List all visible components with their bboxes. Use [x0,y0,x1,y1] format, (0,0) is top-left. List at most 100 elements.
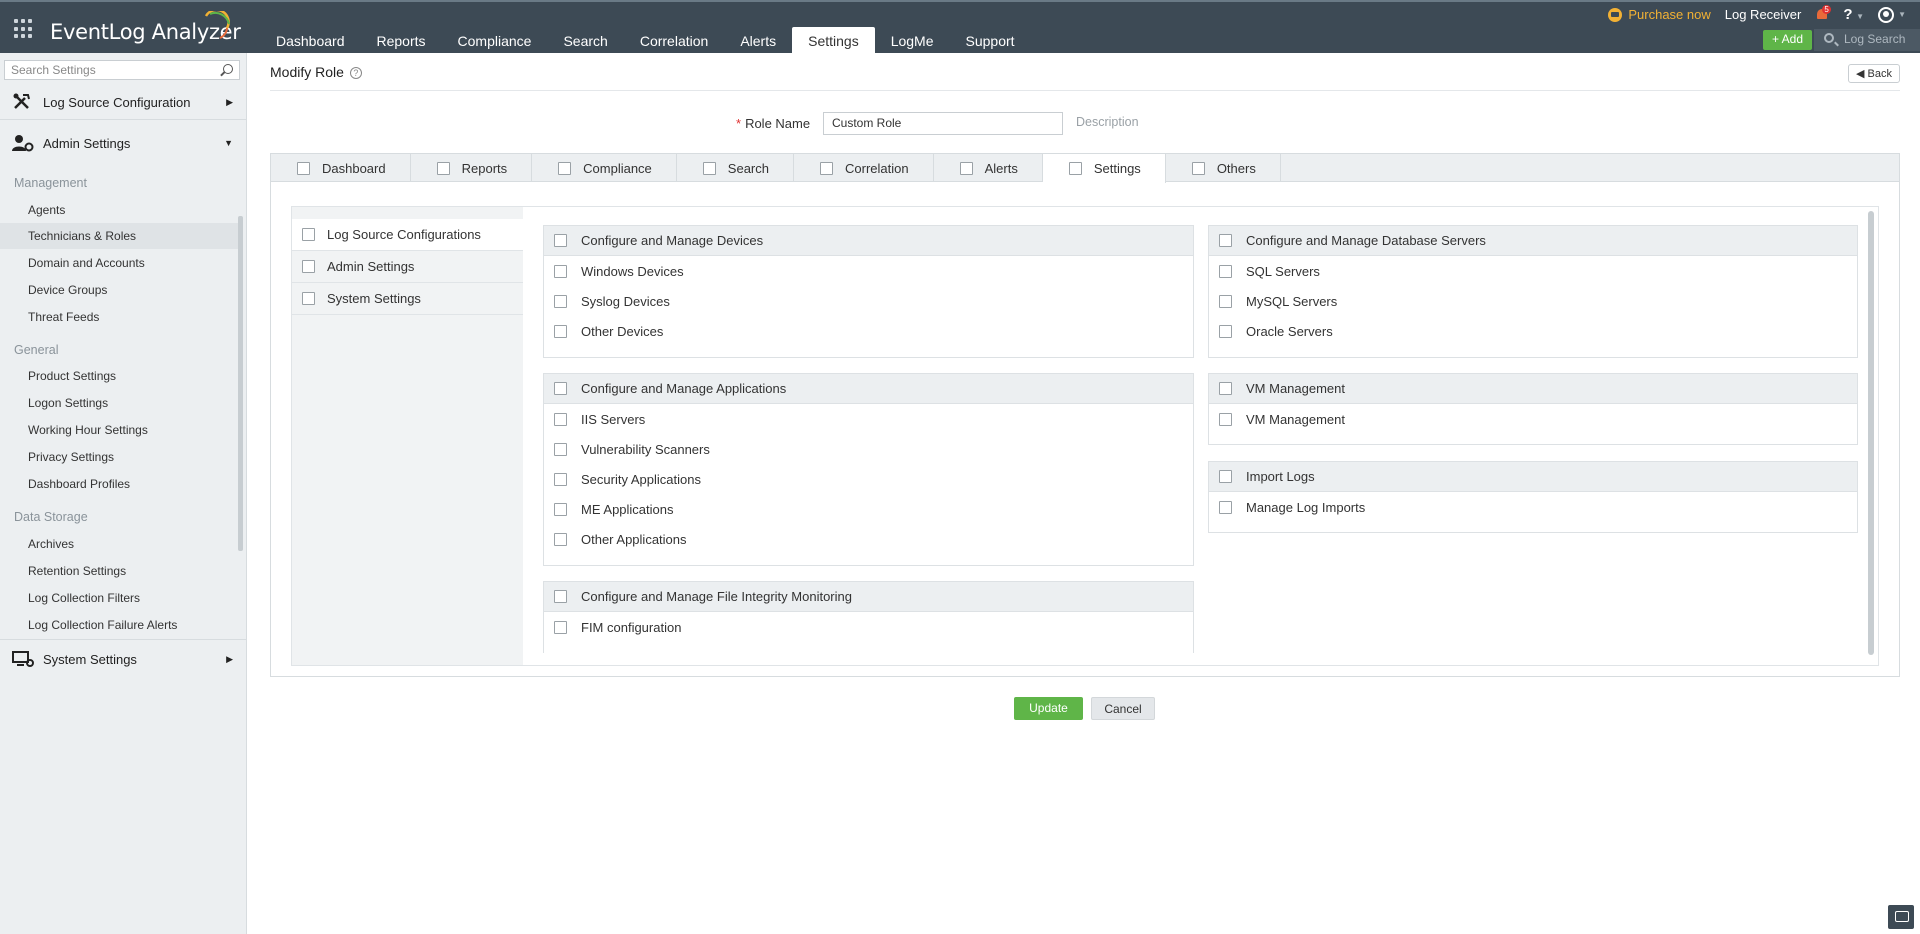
sidebar-item-technicians-roles[interactable]: Technicians & Roles [0,223,240,249]
permission-item[interactable]: Other Applications [544,524,1193,554]
nav-tab-settings[interactable]: Settings [792,27,875,55]
group-header[interactable]: Configure and Manage Devices [544,226,1193,256]
sidebar-item-archives[interactable]: Archives [0,531,240,557]
add-button[interactable]: + Add [1762,30,1812,50]
checkbox[interactable] [554,234,567,247]
update-button[interactable]: Update [1014,697,1083,720]
log-receiver-link[interactable]: Log Receiver [1725,7,1802,22]
checkbox[interactable] [554,532,567,546]
category-log-source-configurations[interactable]: Log Source Configurations [292,219,523,251]
checkbox[interactable] [297,161,310,175]
nav-tab-correlation[interactable]: Correlation [624,27,724,55]
perm-tab-alerts[interactable]: Alerts [934,154,1043,182]
checkbox[interactable] [554,294,567,308]
checkbox[interactable] [702,161,716,175]
checkbox[interactable] [1219,412,1232,426]
permission-item[interactable]: ME Applications [544,494,1193,524]
sidebar-section-admin[interactable]: Admin Settings ▼ [0,128,247,158]
sidebar-item-threat-feeds[interactable]: Threat Feeds [0,304,240,330]
checkbox[interactable] [1068,162,1082,175]
checkbox[interactable] [302,228,315,241]
group-header[interactable]: Configure and Manage File Integrity Moni… [544,582,1193,612]
sidebar-item-product-settings[interactable]: Product Settings [0,363,240,389]
checkbox[interactable] [554,502,567,516]
nav-tab-search[interactable]: Search [547,27,623,55]
checkbox[interactable] [436,161,450,175]
checkbox[interactable] [1191,161,1205,175]
checkbox[interactable] [554,412,567,426]
sidebar-item-privacy-settings[interactable]: Privacy Settings [0,444,240,470]
group-header[interactable]: VM Management [1209,374,1857,404]
checkbox[interactable] [820,161,833,175]
sidebar-item-domain-accounts[interactable]: Domain and Accounts [0,250,240,276]
perm-tab-reports[interactable]: Reports [411,154,533,182]
nav-tab-dashboard[interactable]: Dashboard [260,27,361,55]
checkbox[interactable] [302,260,315,273]
checkbox[interactable] [1219,500,1232,514]
perm-tab-settings[interactable]: Settings [1042,154,1166,183]
sidebar-section-system[interactable]: System Settings ▶ [0,644,247,674]
back-button[interactable]: ◀ Back [1848,64,1900,83]
checkbox[interactable] [302,292,315,305]
category-system-settings[interactable]: System Settings [292,283,523,315]
permission-item[interactable]: Other Devices [544,316,1193,346]
checkbox[interactable] [558,161,572,175]
nav-tab-logme[interactable]: LogMe [875,27,950,55]
nav-tab-support[interactable]: Support [950,27,1031,55]
sidebar-item-log-collection-failure-alerts[interactable]: Log Collection Failure Alerts [0,612,240,638]
help-icon[interactable]: ? [349,67,362,79]
sidebar-item-device-groups[interactable]: Device Groups [0,277,240,303]
checkbox[interactable] [1219,294,1232,308]
app-grid-icon[interactable] [14,19,34,39]
permission-item[interactable]: Vulnerability Scanners [544,434,1193,464]
category-admin-settings[interactable]: Admin Settings [292,251,523,283]
nav-tab-compliance[interactable]: Compliance [442,27,548,55]
checkbox[interactable] [554,324,567,338]
user-menu[interactable]: ▼ [1878,6,1906,23]
checkbox[interactable] [554,590,567,603]
permission-item[interactable]: IIS Servers [544,404,1193,434]
group-header[interactable]: Import Logs [1209,462,1857,492]
checkbox[interactable] [554,620,567,634]
permission-item[interactable]: Windows Devices [544,256,1193,286]
permission-item[interactable]: Oracle Servers [1209,316,1857,346]
sidebar-item-agents[interactable]: Agents [0,197,240,223]
permission-item[interactable]: VM Management [1209,404,1857,434]
perm-tab-others[interactable]: Others [1166,154,1281,182]
permission-item[interactable]: FIM configuration [544,612,1193,642]
sidebar-item-log-collection-filters[interactable]: Log Collection Filters [0,585,240,611]
sidebar-item-dashboard-profiles[interactable]: Dashboard Profiles [0,471,240,497]
permission-item[interactable]: Manage Log Imports [1209,492,1857,522]
perm-tab-compliance[interactable]: Compliance [532,154,677,182]
checkbox[interactable] [554,442,567,456]
nav-tab-alerts[interactable]: Alerts [724,27,792,55]
permission-item[interactable]: MySQL Servers [1209,286,1857,316]
sidebar-section-log-source[interactable]: Log Source Configuration ▶ [0,87,247,117]
permission-item[interactable]: Syslog Devices [544,286,1193,316]
description-link[interactable]: Description [1076,115,1139,129]
checkbox[interactable] [554,264,567,278]
sidebar-item-retention-settings[interactable]: Retention Settings [0,558,240,584]
permission-item[interactable]: Security Applications [544,464,1193,494]
checkbox[interactable] [1219,264,1232,278]
checkbox[interactable] [1219,324,1232,338]
perm-tab-correlation[interactable]: Correlation [794,154,934,182]
checkbox[interactable] [1219,234,1232,247]
nav-tab-reports[interactable]: Reports [361,27,442,55]
log-search-input[interactable]: Log Search [1814,29,1920,51]
group-header[interactable]: Configure and Manage Applications [544,374,1193,404]
search-settings-input[interactable]: Search Settings [4,60,240,80]
permission-item[interactable]: SQL Servers [1209,256,1857,286]
notification-bell-icon[interactable]: 5 [1815,4,1831,22]
chat-icon[interactable] [1888,905,1914,929]
purchase-now-link[interactable]: Purchase now [1608,7,1711,22]
checkbox[interactable] [1219,470,1232,483]
group-header[interactable]: Configure and Manage Database Servers [1209,226,1857,256]
checkbox[interactable] [1219,382,1232,395]
checkbox[interactable] [959,161,973,175]
perm-tab-dashboard[interactable]: Dashboard [271,154,411,182]
sidebar-item-logon-settings[interactable]: Logon Settings [0,390,240,416]
content-scrollbar[interactable] [1868,211,1874,655]
cancel-button[interactable]: Cancel [1091,697,1155,720]
checkbox[interactable] [554,382,567,395]
